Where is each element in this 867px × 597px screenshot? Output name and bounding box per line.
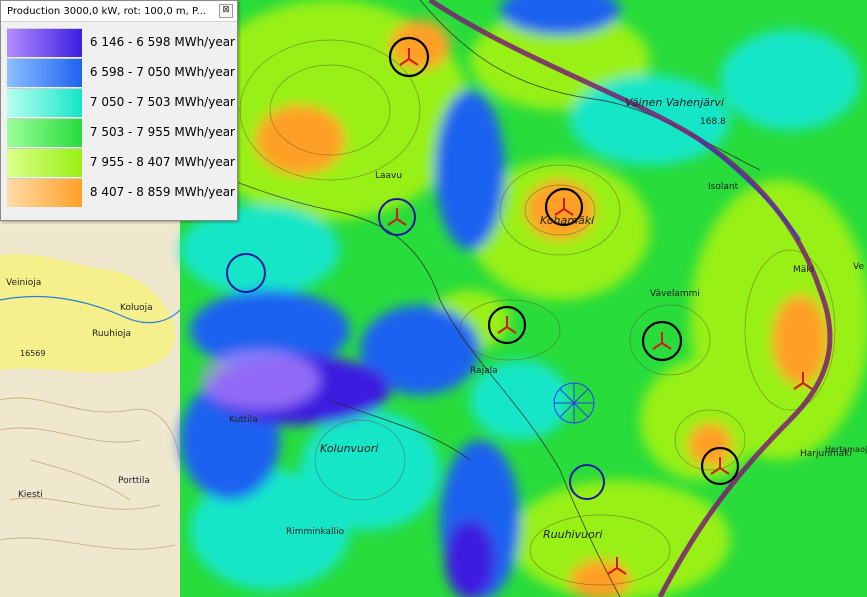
map-label: Vävelammi xyxy=(650,289,700,299)
map-label: Kohamäki xyxy=(540,214,595,227)
map-label: Rimminkallio xyxy=(286,527,345,537)
map-label: Kolunvuori xyxy=(320,442,379,455)
map-label: Porttila xyxy=(118,476,150,486)
legend-item: 6 146 - 6 598 MWh/year xyxy=(7,27,235,57)
legend-swatch xyxy=(7,27,82,57)
production-heatmap xyxy=(180,0,867,597)
wind-rose-icon[interactable] xyxy=(553,382,595,424)
legend-item: 8 407 - 8 859 MWh/year xyxy=(7,177,235,207)
map-label: Isolant xyxy=(708,182,739,192)
map-label: 16569 xyxy=(20,349,46,358)
legend-swatch xyxy=(7,87,82,117)
legend-item: 7 503 - 7 955 MWh/year xyxy=(7,117,235,147)
legend-swatch xyxy=(7,57,82,87)
map-label: Kuttila xyxy=(229,415,258,425)
legend-label: 8 407 - 8 859 MWh/year xyxy=(89,185,235,199)
map-label: Veinioja xyxy=(6,278,42,288)
map-label: Ruuhioja xyxy=(92,329,131,339)
legend-label: 7 050 - 7 503 MWh/year xyxy=(89,95,235,109)
legend-list: 6 146 - 6 598 MWh/year 6 598 - 7 050 MWh… xyxy=(7,27,235,207)
legend-swatch xyxy=(7,177,82,207)
map-label: Rajala xyxy=(470,366,498,376)
legend-window[interactable]: Production 3000,0 kW, rot: 100,0 m, P...… xyxy=(0,0,238,221)
map-label: Ve xyxy=(853,262,864,272)
legend-label: 7 955 - 8 407 MWh/year xyxy=(89,155,235,169)
legend-swatch xyxy=(7,147,82,177)
map-label: Ruuhivuori xyxy=(543,528,603,541)
legend-label: 7 503 - 7 955 MWh/year xyxy=(89,125,235,139)
map-label: Laavu xyxy=(375,171,403,181)
map-label: Mäki xyxy=(793,265,814,275)
map-label: 168.8 xyxy=(700,117,726,127)
legend-swatch xyxy=(7,117,82,147)
legend-title: Production 3000,0 kW, rot: 100,0 m, P... xyxy=(7,5,206,17)
map-label: Koluoja xyxy=(120,303,153,313)
map-label: Väinen Vahenjärvi xyxy=(625,96,724,109)
map-label: Hertamaoja xyxy=(825,445,867,454)
close-button[interactable]: ⊠ xyxy=(219,4,233,18)
legend-label: 6 598 - 7 050 MWh/year xyxy=(89,65,235,79)
legend-item: 7 955 - 8 407 MWh/year xyxy=(7,147,235,177)
legend-item: 6 598 - 7 050 MWh/year xyxy=(7,57,235,87)
legend-item: 7 050 - 7 503 MWh/year xyxy=(7,87,235,117)
legend-label: 6 146 - 6 598 MWh/year xyxy=(89,35,235,49)
legend-titlebar[interactable]: Production 3000,0 kW, rot: 100,0 m, P...… xyxy=(1,1,237,22)
map-label: Kiesti xyxy=(18,490,43,500)
